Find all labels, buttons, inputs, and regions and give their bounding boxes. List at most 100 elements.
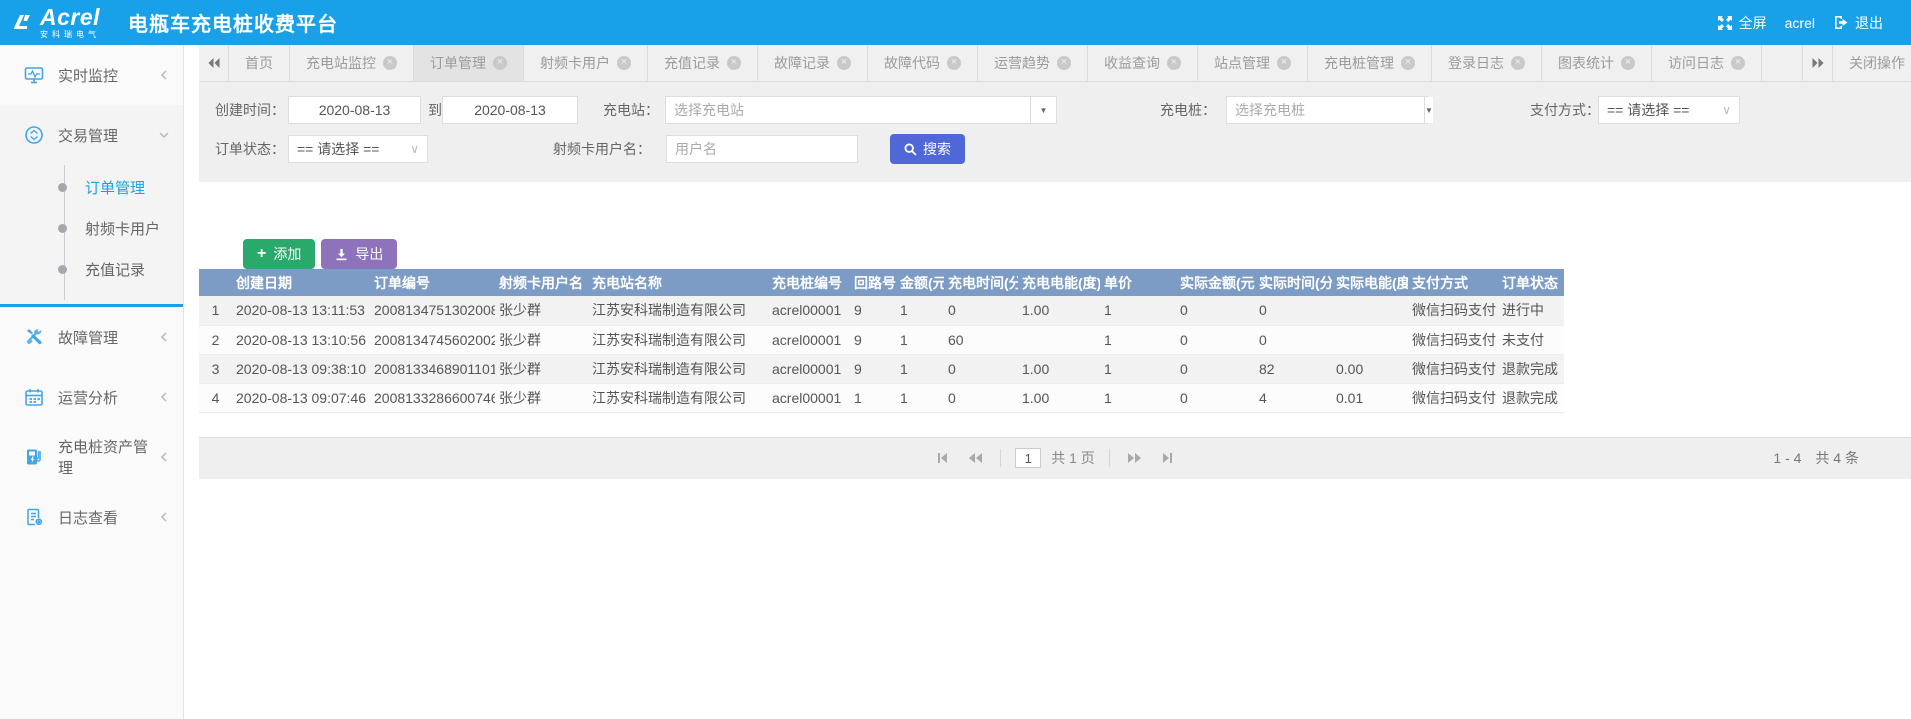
table-cell: 1	[896, 325, 944, 354]
first-page-button[interactable]	[932, 447, 954, 469]
sidebar-item-pile-assets[interactable]: 充电桩资产管理	[0, 427, 183, 487]
logout-button[interactable]: 退出	[1833, 13, 1883, 33]
tab-item[interactable]: 充电站监控×	[290, 45, 414, 81]
table-row[interactable]: 12020-08-13 13:11:532008134751302008张少群江…	[199, 296, 1564, 325]
export-button[interactable]: 导出	[321, 239, 397, 269]
tab-close-icon[interactable]: ×	[837, 56, 851, 70]
table-row[interactable]: 32020-08-13 09:38:102008133468901101张少群江…	[199, 354, 1564, 383]
sidebar-item-recharge-records[interactable]: 充值记录	[0, 249, 183, 290]
chevron-left-icon	[159, 512, 169, 522]
tabs-scroll-left-button[interactable]	[199, 45, 229, 81]
plus-icon: +	[257, 246, 266, 262]
tab-item[interactable]: 故障记录×	[758, 45, 868, 81]
column-header[interactable]: 回路号	[850, 269, 896, 296]
total-pages-label: 共 1 页	[1051, 448, 1095, 468]
add-button[interactable]: + 添加	[243, 239, 315, 269]
column-header[interactable]: 射频卡用户名	[495, 269, 588, 296]
combo-arrow-icon[interactable]: ▼	[1424, 97, 1433, 123]
column-header[interactable]: 创建日期	[232, 269, 370, 296]
tab-close-icon[interactable]: ×	[1731, 56, 1745, 70]
username[interactable]: acrel	[1785, 15, 1815, 31]
column-header[interactable]: 单价	[1100, 269, 1176, 296]
close-operations-menu[interactable]: 关闭操作	[1832, 45, 1911, 81]
sidebar-item-log-viewer[interactable]: 日志查看	[0, 487, 183, 547]
tab-close-icon[interactable]: ×	[1401, 56, 1415, 70]
rfid-user-input[interactable]	[666, 135, 858, 163]
tab-close-icon[interactable]: ×	[493, 56, 507, 70]
tab-item[interactable]: 充值记录×	[648, 45, 758, 81]
tab-close-icon[interactable]: ×	[727, 56, 741, 70]
table-row[interactable]: 42020-08-13 09:07:462008133286600746张少群江…	[199, 383, 1564, 412]
column-header[interactable]: 充电桩编号	[768, 269, 850, 296]
column-header[interactable]	[199, 269, 232, 296]
tab-item[interactable]: 首页	[229, 45, 290, 81]
tab-close-icon[interactable]: ×	[1621, 56, 1635, 70]
tabs-scroll-right-button[interactable]	[1802, 45, 1832, 81]
column-header[interactable]: 实际时间(分)	[1255, 269, 1332, 296]
prev-page-button[interactable]	[964, 447, 986, 469]
tab-item[interactable]: 订单管理×	[414, 45, 524, 81]
combo-arrow-icon[interactable]: ▼	[1030, 97, 1056, 123]
tab-item[interactable]: 登录日志×	[1432, 45, 1542, 81]
tab-close-icon[interactable]: ×	[1167, 56, 1181, 70]
search-button[interactable]: 搜索	[890, 134, 965, 164]
pay-method-select[interactable]: == 请选择 == ∨	[1598, 96, 1740, 124]
table-cell: 4	[199, 383, 232, 412]
fullscreen-button[interactable]: 全屏	[1717, 13, 1767, 33]
table-cell: 0	[944, 383, 1018, 412]
table-row[interactable]: 22020-08-13 13:10:562008134745602002张少群江…	[199, 325, 1564, 354]
tab-label: 站点管理	[1214, 53, 1270, 73]
tab-item[interactable]: 射频卡用户×	[524, 45, 648, 81]
tab-item[interactable]: 访问日志×	[1652, 45, 1762, 81]
add-button-label: 添加	[273, 244, 301, 264]
sidebar-group-transactions: 交易管理 订单管理 射频卡用户 充	[0, 105, 183, 307]
column-header[interactable]: 订单状态	[1498, 269, 1564, 296]
column-header[interactable]: 实际电能(度)	[1332, 269, 1408, 296]
search-icon	[904, 143, 917, 156]
sidebar-item-operation-analysis[interactable]: 运营分析	[0, 367, 183, 427]
column-header[interactable]: 充电时间(分)	[944, 269, 1018, 296]
date-to-input[interactable]	[442, 96, 578, 124]
tab-close-icon[interactable]: ×	[1511, 56, 1525, 70]
tab-label: 充电桩管理	[1324, 53, 1394, 73]
tab-item[interactable]: 故障代码 ×	[868, 45, 978, 81]
tab-close-icon[interactable]: ×	[1277, 56, 1291, 70]
sidebar-item-rfid-users[interactable]: 射频卡用户	[0, 208, 183, 249]
tab-close-icon[interactable]: ×	[1057, 56, 1071, 70]
column-header[interactable]: 充电电能(度)	[1018, 269, 1100, 296]
tab-item[interactable]: 收益查询×	[1088, 45, 1198, 81]
table-cell: 9	[850, 296, 896, 325]
date-from-input[interactable]	[288, 96, 421, 124]
bullet-dot-icon	[58, 183, 67, 192]
station-input[interactable]	[666, 97, 1030, 123]
sidebar-subitem-label: 订单管理	[85, 177, 145, 198]
order-status-value: == 请选择 ==	[297, 139, 379, 159]
tab-item[interactable]: 运营趋势×	[978, 45, 1088, 81]
column-header[interactable]: 实际金额(元)	[1176, 269, 1255, 296]
column-header[interactable]: 充电站名称	[588, 269, 768, 296]
column-header[interactable]: 支付方式	[1408, 269, 1498, 296]
tab-close-icon[interactable]: ×	[947, 56, 961, 70]
table-cell: 1	[896, 296, 944, 325]
page-number-input[interactable]	[1015, 448, 1041, 468]
table-cell: 1.00	[1018, 296, 1100, 325]
column-header[interactable]: 金额(元	[896, 269, 944, 296]
order-status-select[interactable]: == 请选择 == ∨	[288, 135, 428, 163]
sidebar-item-transaction-mgmt[interactable]: 交易管理	[0, 105, 183, 165]
station-combobox[interactable]: ▼	[665, 96, 1057, 124]
tab-item[interactable]: 图表统计×	[1542, 45, 1652, 81]
sidebar-item-realtime-monitor[interactable]: 实时监控	[0, 45, 183, 105]
column-header[interactable]: 订单编号	[370, 269, 495, 296]
last-page-button[interactable]	[1156, 447, 1178, 469]
tab-close-icon[interactable]: ×	[383, 56, 397, 70]
sidebar-item-fault-mgmt[interactable]: 故障管理	[0, 307, 183, 367]
tab-label: 故障代码	[884, 53, 940, 73]
sidebar-item-order-mgmt[interactable]: 订单管理	[0, 167, 183, 208]
tab-item[interactable]: 充电桩管理 ×	[1308, 45, 1432, 81]
tab-item[interactable]: 站点管理 ×	[1198, 45, 1308, 81]
pile-input[interactable]	[1227, 97, 1424, 123]
next-page-button[interactable]	[1124, 447, 1146, 469]
tab-close-icon[interactable]: ×	[617, 56, 631, 70]
pile-combobox[interactable]: ▼	[1226, 96, 1428, 124]
sidebar-item-label: 实时监控	[58, 65, 159, 86]
